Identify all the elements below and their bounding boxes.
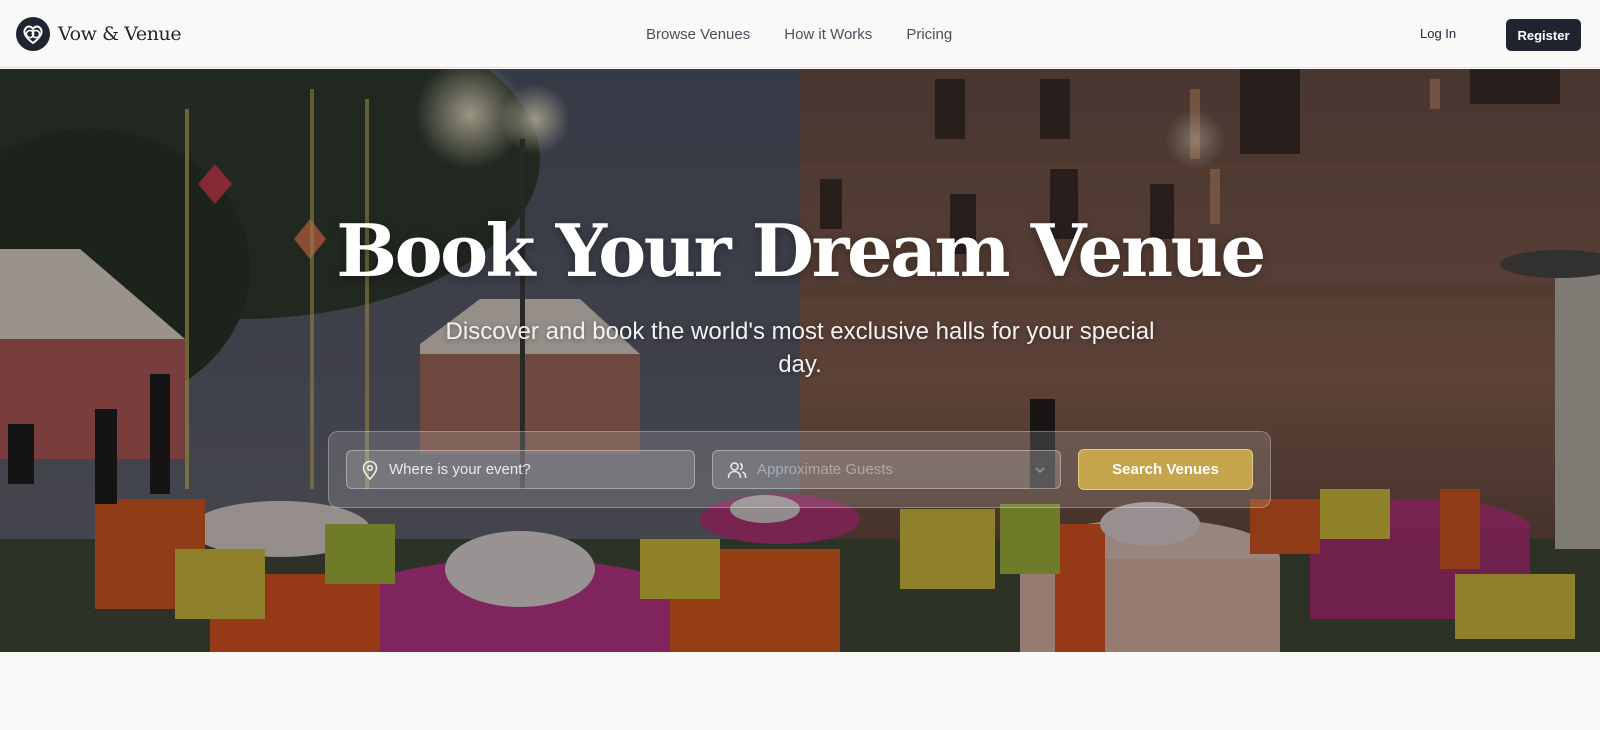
hero-title: Book Your Dream Venue bbox=[336, 208, 1266, 293]
nav-how-it-works[interactable]: How it Works bbox=[784, 24, 872, 46]
chevron-down-icon bbox=[1035, 467, 1045, 474]
location-input[interactable] bbox=[389, 461, 669, 478]
hero-subtitle: Discover and book the world's most exclu… bbox=[445, 318, 1155, 378]
nav-browse-venues[interactable]: Browse Venues bbox=[646, 24, 750, 46]
heart-rings-logo-icon bbox=[16, 17, 50, 51]
search-panel: Search Venues bbox=[328, 431, 1271, 508]
search-venues-button[interactable]: Search Venues bbox=[1078, 449, 1253, 490]
brand[interactable]: Vow & Venue bbox=[16, 17, 182, 51]
register-button[interactable]: Register bbox=[1506, 19, 1581, 51]
location-field[interactable] bbox=[346, 450, 695, 489]
login-link[interactable]: Log In bbox=[1420, 22, 1456, 46]
page-content-below-hero bbox=[0, 652, 1600, 730]
map-pin-icon bbox=[362, 460, 378, 480]
brand-name: Vow & Venue bbox=[58, 23, 182, 45]
users-icon bbox=[727, 461, 747, 478]
hero-section: Book Your Dream Venue Discover and book … bbox=[0, 69, 1600, 652]
main-nav: Browse Venues How it Works Pricing bbox=[646, 24, 986, 46]
top-navbar: Vow & Venue Browse Venues How it Works P… bbox=[0, 0, 1600, 68]
nav-pricing[interactable]: Pricing bbox=[906, 24, 952, 46]
guests-field[interactable] bbox=[712, 450, 1061, 489]
guests-input[interactable] bbox=[757, 461, 1037, 478]
